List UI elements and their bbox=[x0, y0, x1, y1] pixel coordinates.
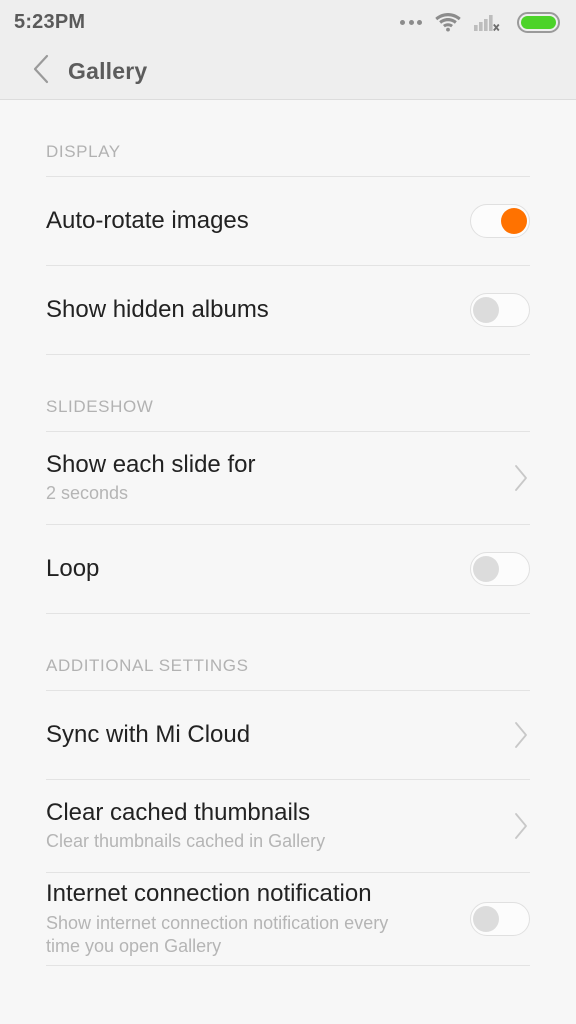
toggle-knob bbox=[473, 906, 499, 932]
row-texts: Auto-rotate images bbox=[46, 207, 470, 235]
settings-list: DISPLAY Auto-rotate images Show hidden alb… bbox=[0, 100, 576, 1023]
chevron-right-icon bbox=[512, 811, 530, 841]
section-header: DISPLAY bbox=[46, 142, 121, 161]
row-texts: Show hidden albums bbox=[46, 296, 470, 324]
row-texts: Show each slide for 2 seconds bbox=[46, 451, 512, 506]
toggle-knob bbox=[501, 208, 527, 234]
row-title: Show hidden albums bbox=[46, 296, 269, 324]
row-title: Sync with Mi Cloud bbox=[46, 721, 251, 749]
settings-row[interactable]: Sync with Mi Cloud bbox=[0, 691, 576, 779]
wifi-icon bbox=[435, 12, 461, 32]
row-subtitle: Show internet connection notification ev… bbox=[46, 912, 389, 956]
row-title: Auto-rotate images bbox=[46, 207, 249, 235]
row-texts: Loop bbox=[46, 555, 470, 583]
toggle-knob bbox=[473, 297, 499, 323]
status-bar-icons bbox=[400, 11, 560, 33]
row-title: Internet connection notification bbox=[46, 880, 372, 908]
row-title: Clear cached thumbnails bbox=[46, 798, 311, 826]
status-bar-clock: 5:23PM bbox=[14, 10, 86, 33]
chevron-left-icon bbox=[31, 53, 51, 90]
signal-no-sim-icon bbox=[474, 12, 504, 32]
settings-row[interactable]: Clear cached thumbnails Clear thumbnails … bbox=[0, 780, 576, 872]
toggle-switch[interactable] bbox=[470, 552, 530, 586]
back-button[interactable] bbox=[24, 53, 58, 90]
divider bbox=[46, 965, 530, 966]
more-dots-icon bbox=[400, 19, 422, 25]
chevron-right-icon bbox=[512, 463, 530, 493]
app-bar: Gallery bbox=[0, 44, 576, 100]
toggle-switch[interactable] bbox=[470, 204, 530, 238]
toggle-switch[interactable] bbox=[470, 293, 530, 327]
settings-row[interactable]: Internet connection notification Show int… bbox=[0, 873, 576, 965]
status-bar: 5:23PM bbox=[0, 0, 576, 44]
row-subtitle: 2 seconds bbox=[46, 483, 129, 504]
battery-icon bbox=[517, 11, 560, 33]
row-texts: Internet connection notification Show int… bbox=[46, 880, 470, 958]
row-title: Show each slide for bbox=[46, 450, 256, 478]
chevron-right-icon bbox=[512, 720, 530, 750]
row-title: Loop bbox=[46, 555, 100, 583]
settings-row[interactable]: Show each slide for 2 seconds bbox=[0, 432, 576, 524]
toggle-knob bbox=[473, 556, 499, 582]
row-texts: Sync with Mi Cloud bbox=[46, 721, 512, 749]
section-header: SLIDESHOW bbox=[46, 397, 154, 416]
settings-row[interactable]: Auto-rotate images bbox=[0, 177, 576, 265]
settings-row[interactable]: Loop bbox=[0, 525, 576, 613]
row-subtitle: Clear thumbnails cached in Gallery bbox=[46, 831, 326, 852]
section-header: ADDITIONAL SETTINGS bbox=[46, 656, 249, 675]
phone-screen: 5:23PM Gallery DISPLAY Auto-rotate image… bbox=[0, 0, 576, 1024]
toggle-switch[interactable] bbox=[470, 902, 530, 936]
page-title: Gallery bbox=[68, 58, 148, 84]
settings-row[interactable]: Show hidden albums bbox=[0, 266, 576, 354]
row-texts: Clear cached thumbnails Clear thumbnails … bbox=[46, 799, 512, 854]
